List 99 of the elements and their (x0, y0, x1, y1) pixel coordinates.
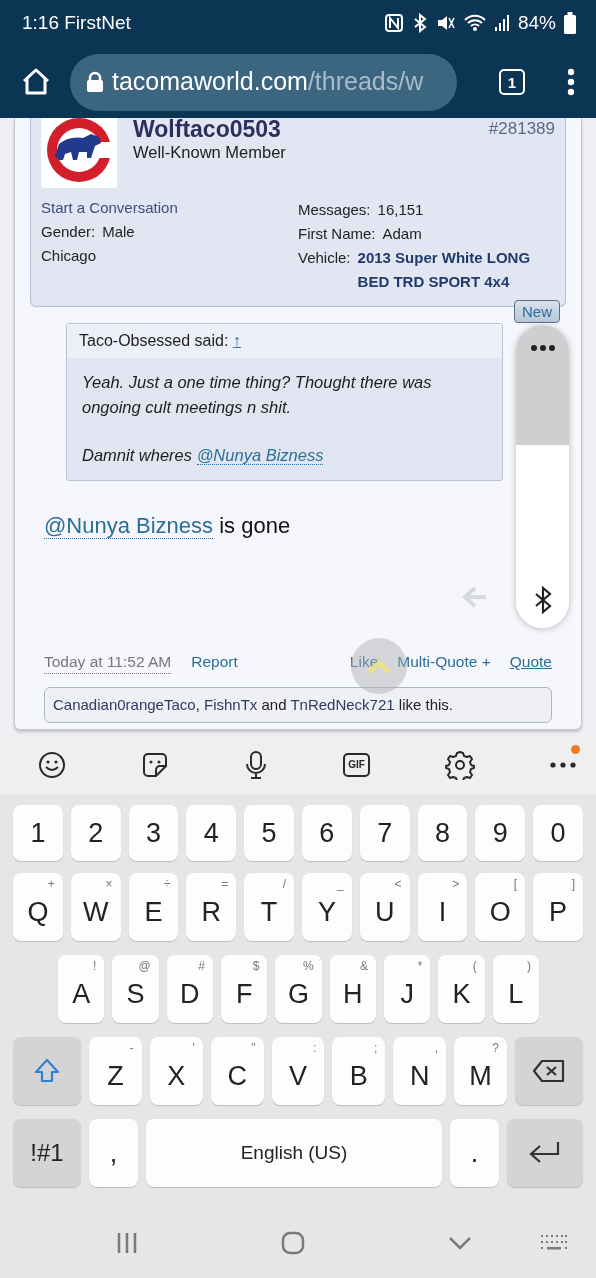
keyboard-key[interactable]: R = (186, 873, 237, 941)
action-link[interactable]: Multi-Quote + (397, 650, 491, 674)
field-value: 16,151 (377, 200, 424, 220)
keyboard-key[interactable]: . (450, 1119, 499, 1187)
keyboard-key[interactable]: P ] (533, 873, 583, 941)
field-label: First Name: (298, 224, 376, 244)
emoji-icon[interactable] (38, 751, 66, 779)
post-date[interactable]: Today at 11:52 AM (44, 649, 172, 674)
keyboard-key[interactable]: D # (166, 955, 213, 1023)
keyboard-key[interactable]: Q + (13, 873, 63, 941)
tab-count-button[interactable]: 1 (499, 69, 525, 95)
start-conversation-link[interactable]: Start a Conversation (41, 196, 298, 220)
signal-icon (493, 13, 510, 33)
battery-percent: 84% (517, 10, 556, 35)
status-time: 1:16 FirstNet (22, 10, 131, 35)
keyboard-key[interactable]: S @ (112, 955, 159, 1023)
keyboard-key[interactable]: G % (275, 955, 322, 1023)
nfc-icon (383, 13, 404, 33)
keyboard-key[interactable]: J * (383, 955, 431, 1023)
enter-icon (528, 1140, 562, 1166)
keyboard-key[interactable]: F $ (221, 955, 268, 1023)
field-label: Gender: (41, 222, 96, 242)
keyboard-icon[interactable] (540, 1233, 568, 1252)
keyboard-key[interactable]: 4 (186, 805, 237, 861)
settings-icon[interactable] (444, 750, 475, 780)
user-link[interactable]: Canadian0rangeTaco (53, 695, 196, 713)
new-badge: New (514, 300, 560, 323)
user-link[interactable]: FishnTx (203, 695, 258, 713)
address-bar[interactable]: tacomaworld.com/threads/w (70, 53, 457, 111)
likes-text: Canadian0rangeTaco, FishnTx and TnRedNeck721 like this. (44, 686, 552, 724)
keyboard-key[interactable]: O [ (475, 873, 526, 941)
keyboard-key[interactable]: N , (393, 1037, 447, 1105)
home-icon[interactable] (20, 66, 52, 98)
sticker-icon[interactable] (141, 751, 170, 779)
post-number-link[interactable]: #281389 (488, 118, 555, 188)
field-value: Chicago (41, 246, 97, 266)
keyboard-key[interactable]: B ; (332, 1037, 386, 1105)
url-text: tacomaworld.com/threads/w (112, 66, 424, 98)
keyboard-key[interactable]: Y _ (302, 873, 352, 941)
keyboard-key[interactable]: T / (244, 873, 294, 941)
username-link[interactable]: Wolftaco0503 (133, 118, 489, 140)
menu-icon[interactable] (567, 68, 575, 96)
field-value: Male (102, 222, 135, 242)
mention-link[interactable]: @Nunya Bizness (196, 446, 324, 465)
jump-link[interactable]: ↑ (232, 332, 241, 349)
field-value: Adam (382, 224, 422, 244)
keyboard-key[interactable]: 5 (244, 805, 294, 861)
lock-icon (86, 71, 104, 93)
action-link[interactable]: Quote (509, 650, 552, 674)
chevron-down-icon[interactable] (448, 1235, 472, 1250)
keyboard-key[interactable]: Z - (89, 1037, 142, 1105)
shift-icon (33, 1057, 61, 1085)
quote-text: Yeah. Just a one time thing? Thought there was ongoing cult meetings n shit. (82, 372, 433, 418)
keyboard-key[interactable]: X ' (149, 1037, 203, 1105)
keyboard-key[interactable]: L ) (492, 955, 539, 1023)
enter-key[interactable] (507, 1119, 583, 1187)
keyboard-key[interactable]: W × (70, 873, 121, 941)
keyboard-key[interactable]: C " (210, 1037, 264, 1105)
user-link[interactable]: TnRedNeck721 (290, 695, 395, 713)
keyboard-key[interactable]: , (89, 1119, 138, 1187)
keyboard-key[interactable]: 1 (13, 805, 63, 861)
bear-logo-icon (41, 118, 117, 188)
recents-icon[interactable] (116, 1230, 138, 1255)
keyboard-key[interactable]: 0 (533, 805, 583, 861)
shift-key[interactable] (13, 1037, 81, 1105)
mute-icon (435, 13, 456, 33)
keyboard-key[interactable]: U < (359, 873, 410, 941)
keyboard-key[interactable]: K ( (438, 955, 485, 1023)
symbols-key[interactable]: !#1 (13, 1119, 81, 1187)
field-label: Vehicle: (298, 248, 351, 268)
keyboard-key[interactable]: I > (417, 873, 468, 941)
keyboard-key[interactable]: M ? (454, 1037, 507, 1105)
keyboard-key[interactable]: 9 (475, 805, 526, 861)
keyboard-key[interactable]: 7 (359, 805, 410, 861)
keyboard-key[interactable]: 3 (128, 805, 179, 861)
backspace-key[interactable] (515, 1037, 583, 1105)
more-icon[interactable] (550, 761, 576, 769)
bluetooth-icon[interactable] (533, 586, 552, 614)
gif-button[interactable]: GIF (343, 753, 370, 777)
field-label: Messages: (298, 200, 371, 220)
quote-author: Taco-Obsessed said: ↑ (67, 324, 502, 358)
keyboard-key[interactable]: A ! (58, 955, 105, 1023)
space-bar[interactable]: English (US) (146, 1119, 442, 1187)
report-link[interactable]: Report (191, 650, 238, 674)
keyboard-key[interactable]: 6 (302, 805, 352, 861)
keyboard-key[interactable]: 8 (417, 805, 468, 861)
user-title: Well-Known Member (133, 142, 287, 163)
quote-text: Damnit wheres @Nunya Bizness (82, 445, 325, 467)
keyboard-key[interactable]: H & (329, 955, 376, 1023)
keyboard-key[interactable]: V : (271, 1037, 325, 1105)
microphone-icon[interactable] (244, 750, 269, 780)
more-icon[interactable] (529, 344, 556, 352)
vehicle-value: 2013 Super White LONG BED TRD SPORT 4x4 (357, 248, 532, 292)
keyboard-key[interactable]: E ÷ (128, 873, 179, 941)
mention-link[interactable]: @Nunya Bizness (44, 512, 214, 539)
battery-icon (564, 12, 576, 34)
keyboard-key[interactable]: 2 (70, 805, 121, 861)
wifi-icon (463, 13, 486, 33)
backspace-icon (532, 1059, 566, 1083)
